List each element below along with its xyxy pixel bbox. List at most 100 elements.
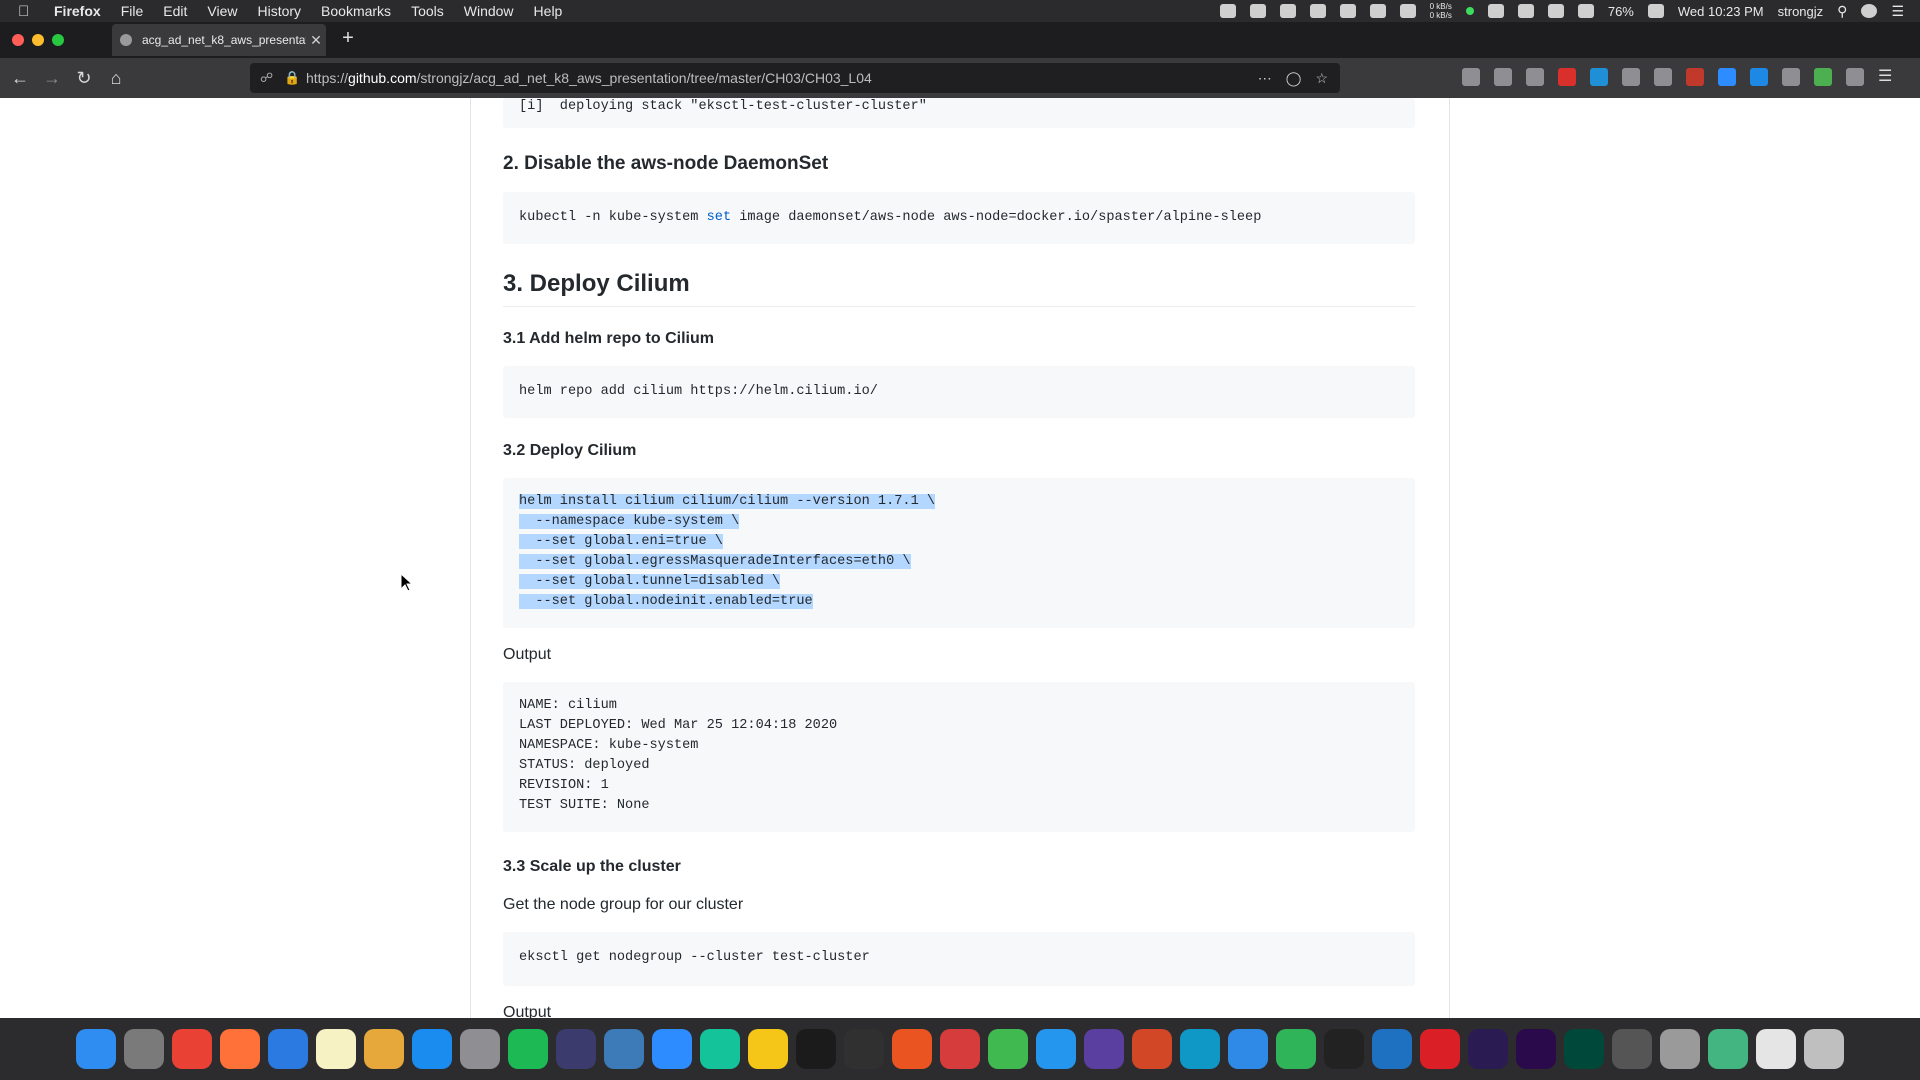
clock-app-tray-icon[interactable]: [1339, 4, 1356, 18]
zoom-extension-icon[interactable]: [1718, 68, 1736, 86]
zoom-window-button[interactable]: [52, 34, 64, 46]
docker-tray-icon[interactable]: [1219, 4, 1236, 18]
notes-icon[interactable]: [316, 1029, 356, 1069]
extension-cloud-icon[interactable]: [1846, 68, 1864, 86]
chrome-icon[interactable]: [172, 1029, 212, 1069]
menu-bookmarks[interactable]: Bookmarks: [321, 3, 391, 19]
library-icon[interactable]: [1462, 68, 1480, 86]
menu-app-firefox[interactable]: Firefox: [54, 3, 101, 19]
tracking-shield-icon[interactable]: ☍: [260, 70, 274, 86]
spotify-icon[interactable]: [508, 1029, 548, 1069]
bluetooth-icon[interactable]: [1517, 4, 1534, 18]
eclipse-icon[interactable]: [1084, 1029, 1124, 1069]
user-name[interactable]: strongjz: [1778, 4, 1824, 19]
zoom-icon[interactable]: [652, 1029, 692, 1069]
lock-icon[interactable]: 🔒: [284, 70, 300, 86]
menu-file[interactable]: File: [121, 3, 144, 19]
page-actions-icon[interactable]: ⋯: [1258, 70, 1272, 87]
spotlight-icon[interactable]: ⚲: [1837, 3, 1847, 20]
extension-red-icon[interactable]: [1558, 68, 1576, 86]
kubernetes-green-icon[interactable]: [988, 1029, 1028, 1069]
code-block-nodegroup: eksctl get nodegroup --cluster test-clus…: [503, 932, 1415, 986]
extension-ring-icon[interactable]: [1622, 68, 1640, 86]
menu-hamburger-icon[interactable]: ☰: [1878, 68, 1896, 86]
cloud-tray-icon[interactable]: [1369, 4, 1386, 18]
minimize-window-button[interactable]: [32, 34, 44, 46]
edge-icon[interactable]: [1372, 1029, 1412, 1069]
new-tab-button[interactable]: +: [336, 26, 360, 50]
sidebar-icon[interactable]: [1494, 68, 1512, 86]
firefox-icon[interactable]: [220, 1029, 260, 1069]
intellij-icon[interactable]: [556, 1029, 596, 1069]
tab-close-icon[interactable]: ✕: [306, 32, 326, 49]
back-button[interactable]: ←: [8, 66, 32, 90]
system-preferences-icon[interactable]: [460, 1029, 500, 1069]
virtualbox-icon[interactable]: [892, 1029, 932, 1069]
mail-tray-icon[interactable]: [1279, 4, 1296, 18]
menu-edit[interactable]: Edit: [163, 3, 187, 19]
send-icon[interactable]: [1276, 1029, 1316, 1069]
obs-icon[interactable]: [1324, 1029, 1364, 1069]
finder-icon[interactable]: [76, 1029, 116, 1069]
menu-help[interactable]: Help: [534, 3, 563, 19]
dots-app-icon[interactable]: [940, 1029, 980, 1069]
reload-button[interactable]: ↻: [72, 66, 96, 90]
url-text[interactable]: https://github.com/strongjz/acg_ad_net_k…: [306, 70, 1258, 86]
photos-icon[interactable]: [364, 1029, 404, 1069]
close-window-button[interactable]: [12, 34, 24, 46]
screenshot-tray-icon[interactable]: [1249, 4, 1266, 18]
ublock-icon[interactable]: [1686, 68, 1704, 86]
launchpad-icon[interactable]: [124, 1029, 164, 1069]
menu-view[interactable]: View: [207, 3, 237, 19]
atom-icon[interactable]: [1708, 1029, 1748, 1069]
url-bar[interactable]: ☍ 🔒 https://github.com/strongjz/acg_ad_n…: [250, 63, 1340, 93]
powerpoint-icon[interactable]: [1132, 1029, 1172, 1069]
safari-icon[interactable]: [268, 1029, 308, 1069]
account-icon[interactable]: [1526, 68, 1544, 86]
extension-bars-icon[interactable]: [1782, 68, 1800, 86]
siri-icon[interactable]: [1861, 4, 1878, 18]
menu-window[interactable]: Window: [464, 3, 514, 19]
bookmark-star-icon[interactable]: ☆: [1315, 70, 1328, 87]
idea-bulb-icon[interactable]: [748, 1029, 788, 1069]
selected-text: --set global.egressMasqueradeInterfaces=…: [519, 554, 911, 569]
premiere-icon[interactable]: [1516, 1029, 1556, 1069]
extension-doc-icon[interactable]: [1814, 68, 1832, 86]
github-favicon-icon: [120, 34, 132, 46]
menu-tools[interactable]: Tools: [411, 3, 444, 19]
app-store-icon[interactable]: [412, 1029, 452, 1069]
helm-icon[interactable]: [1180, 1029, 1220, 1069]
goland-icon[interactable]: [604, 1029, 644, 1069]
code-block-disable: kubectl -n kube-system set image daemons…: [503, 192, 1415, 244]
preview-icon[interactable]: [1660, 1029, 1700, 1069]
clock[interactable]: Wed 10:23 PM: [1678, 4, 1764, 19]
notification-center-icon[interactable]: ☰: [1891, 3, 1904, 20]
time-machine-icon[interactable]: [1487, 4, 1504, 18]
terminal-icon[interactable]: [796, 1029, 836, 1069]
extension-s-icon[interactable]: [1590, 68, 1608, 86]
grammarly-icon[interactable]: [700, 1029, 740, 1069]
wifi-icon[interactable]: [1547, 4, 1564, 18]
trash-icon[interactable]: [1804, 1029, 1844, 1069]
after-effects-icon[interactable]: [1468, 1029, 1508, 1069]
tab-active[interactable]: acg_ad_net_k8_aws_presentatio ✕: [112, 24, 326, 56]
messages-icon[interactable]: [1228, 1029, 1268, 1069]
home-button[interactable]: ⌂: [104, 66, 128, 90]
battery-icon[interactable]: [1647, 4, 1664, 18]
dock: [0, 1018, 1920, 1080]
audition-icon[interactable]: [1564, 1029, 1604, 1069]
activity-monitor-icon[interactable]: [844, 1029, 884, 1069]
davinci-icon[interactable]: [1612, 1029, 1652, 1069]
volume-icon[interactable]: [1577, 4, 1594, 18]
docker-icon[interactable]: [1036, 1029, 1076, 1069]
plus-tray-icon[interactable]: [1399, 4, 1416, 18]
pocket-icon[interactable]: ◯: [1286, 70, 1302, 87]
forward-button[interactable]: →: [40, 66, 64, 90]
notification-tray-icon[interactable]: [1309, 4, 1326, 18]
extension-puzzle-icon[interactable]: [1654, 68, 1672, 86]
extension-blue-icon[interactable]: [1750, 68, 1768, 86]
creative-cloud-icon[interactable]: [1420, 1029, 1460, 1069]
menu-history[interactable]: History: [257, 3, 301, 19]
documents-icon[interactable]: [1756, 1029, 1796, 1069]
apple-icon[interactable]: : [18, 3, 36, 20]
